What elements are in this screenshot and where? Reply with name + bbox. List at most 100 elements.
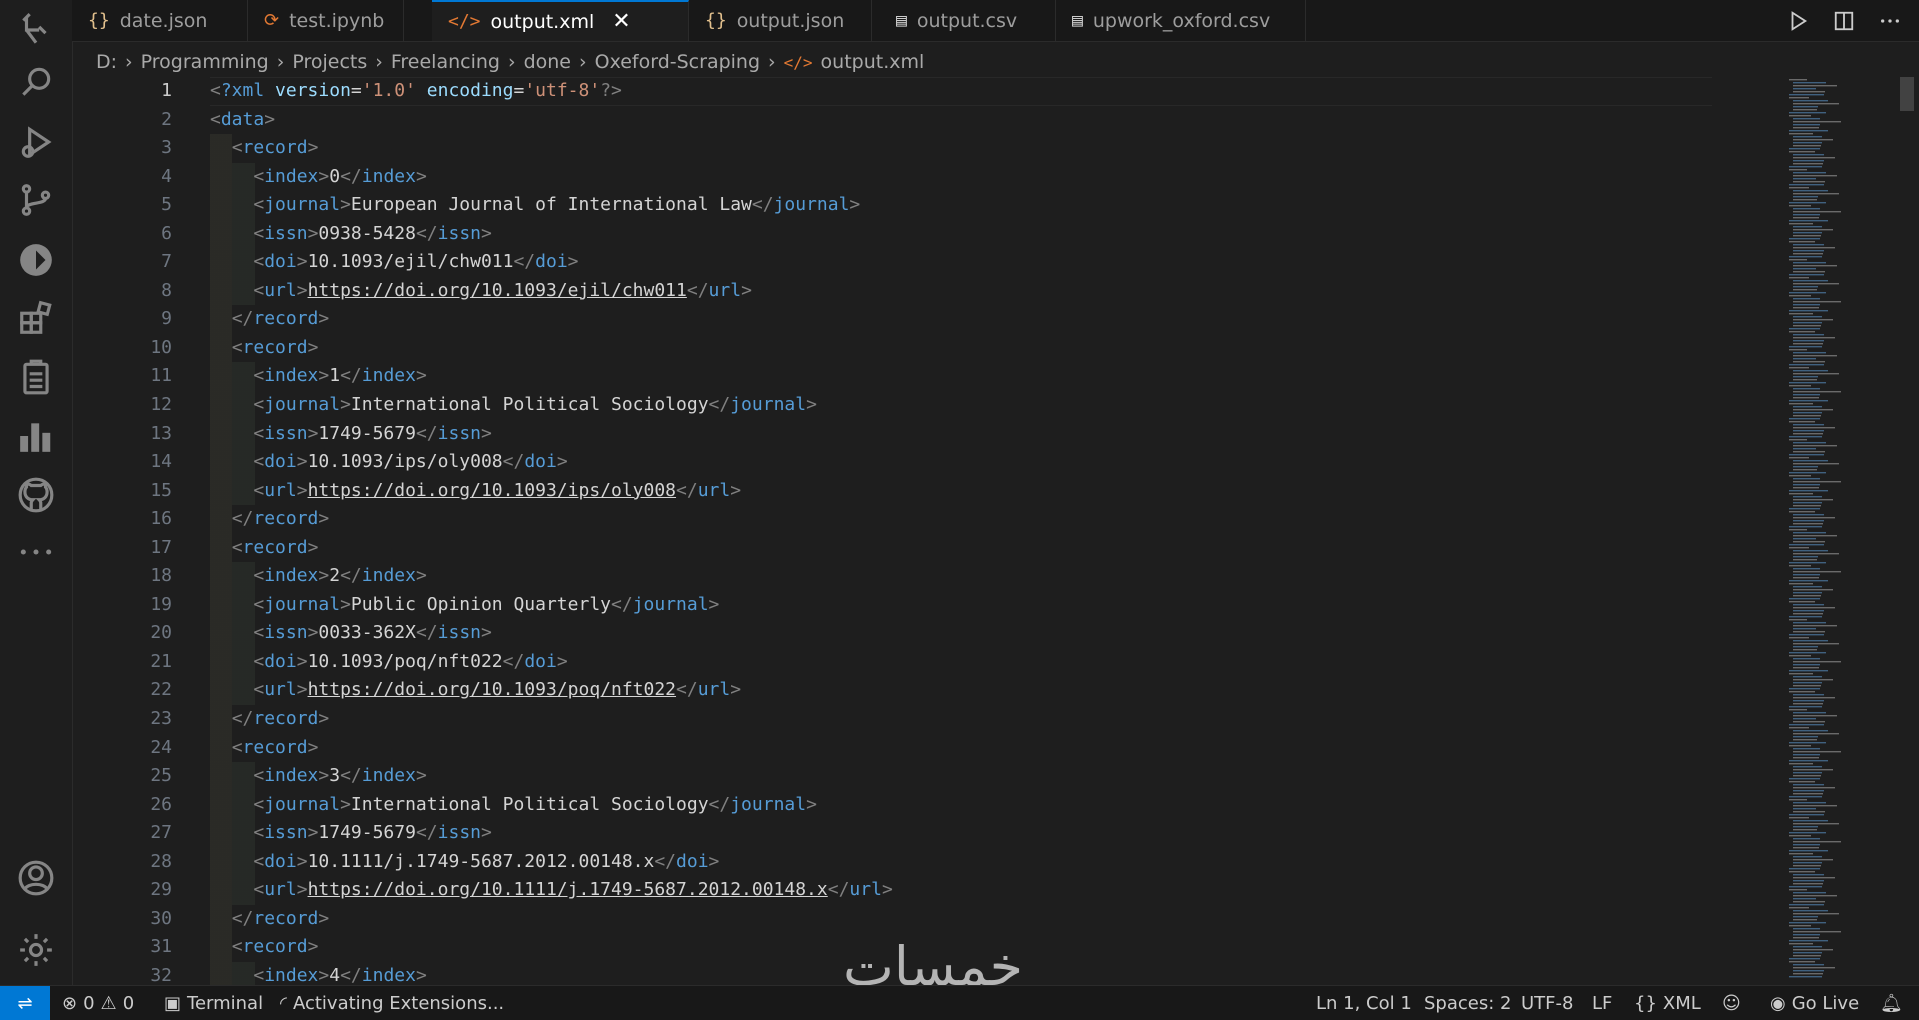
activity-more-button[interactable] — [0, 522, 72, 582]
line-number: 3 — [161, 137, 172, 159]
terminal-button[interactable]: ▣ Terminal — [164, 986, 263, 1020]
tab-upwork-oxford-csv[interactable]: ▤ upwork_oxford.csv — [1056, 0, 1306, 41]
code-line-record-close[interactable]: </record> — [210, 705, 1772, 734]
vertical-scrollbar[interactable] — [1900, 77, 1914, 985]
minimap-line — [1793, 154, 1824, 156]
code-line-issn[interactable]: <issn>0938-5428</issn> — [210, 219, 1772, 249]
code-line-url[interactable]: <url>https://doi.org/10.1093/poq/nft022<… — [210, 676, 1772, 706]
editor-actions — [1787, 0, 1901, 41]
minimap-line — [1793, 838, 1820, 840]
breadcrumb-item[interactable]: Projects — [292, 51, 367, 73]
code-line-doi[interactable]: <doi>10.1111/j.1749-5687.2012.00148.x</d… — [210, 847, 1772, 877]
eol-selector[interactable]: LF — [1592, 986, 1612, 1020]
code-line-doi[interactable]: <doi>10.1093/ips/oly008</doi> — [210, 448, 1772, 477]
encoding-selector[interactable]: UTF-8 — [1521, 986, 1573, 1020]
split-editor-icon[interactable] — [1833, 10, 1855, 32]
minimap-line — [1793, 937, 1819, 939]
code-line-record-close[interactable]: </record> — [210, 305, 1772, 334]
activity-settings-button[interactable] — [0, 920, 72, 980]
cursor-position[interactable]: Ln 1, Col 1 — [1316, 986, 1412, 1020]
tab-output-csv[interactable]: ▤ output.csv — [880, 0, 1056, 41]
activity-clipboard-button[interactable] — [0, 347, 72, 407]
breadcrumb-item[interactable]: Oxeford-Scraping — [595, 51, 760, 73]
code-line-journal[interactable]: <journal>European Journal of Internation… — [210, 191, 1772, 220]
code-line-record-open[interactable]: <record> — [210, 733, 1772, 763]
code-line-url[interactable]: <url>https://doi.org/10.1093/ejil/chw011… — [210, 276, 1772, 306]
breadcrumb-item[interactable]: output.xml — [821, 51, 925, 73]
chevron-right-icon: › — [768, 51, 776, 73]
error-count: 0 — [83, 992, 95, 1014]
code-line-record-open[interactable]: <record> — [210, 533, 1772, 563]
code-line-issn[interactable]: <issn>1749-5679</issn> — [210, 419, 1772, 449]
code-line-record-open[interactable]: <record> — [210, 333, 1772, 363]
code-line-index[interactable]: <index>1</index> — [210, 362, 1772, 392]
minimap-line — [1789, 958, 1820, 960]
indentation-selector[interactable]: Spaces: 2 — [1424, 986, 1511, 1020]
code-line-doi[interactable]: <doi>10.1093/ejil/chw011</doi> — [210, 248, 1772, 277]
go-live-button[interactable]: ◉ Go Live — [1770, 986, 1859, 1020]
activity-extensions-button[interactable] — [0, 288, 72, 348]
scrollbar-thumb[interactable] — [1900, 77, 1914, 111]
bell-icon: 🔔︎ — [1880, 992, 1903, 1014]
tag-name-token: issn — [264, 222, 308, 244]
code-line-record-close[interactable]: </record> — [210, 904, 1772, 934]
code-line-xml-declaration[interactable]: <?xml version='1.0' encoding='utf-8'?> — [210, 77, 1772, 106]
code-line-url[interactable]: <url>https://doi.org/10.1093/ips/oly008<… — [210, 476, 1772, 506]
activity-run-debug-button[interactable] — [0, 112, 72, 172]
activity-explorer-button[interactable] — [0, 0, 72, 60]
more-icon — [20, 549, 52, 555]
code-line-index[interactable]: <index>0</index> — [210, 162, 1772, 192]
code-line-index[interactable]: <index>2</index> — [210, 562, 1772, 591]
activity-search-button[interactable] — [0, 52, 72, 112]
code-line-index[interactable]: <index>3</index> — [210, 762, 1772, 791]
copilot-button[interactable]: ☺ — [1722, 986, 1741, 1020]
code-line-journal[interactable]: <journal>Public Opinion Quarterly</journ… — [210, 590, 1772, 620]
breadcrumb-item[interactable]: Freelancing — [391, 51, 500, 73]
close-icon[interactable]: ✕ — [612, 9, 630, 34]
minimap-line — [1793, 703, 1823, 705]
minimap-line — [1789, 724, 1824, 726]
code-content[interactable]: <?xml version='1.0' encoding='utf-8'?> <d… — [210, 77, 1772, 985]
tag-name-token: url — [264, 479, 297, 501]
tag-name-token: url — [849, 879, 882, 901]
tab-output-xml[interactable]: </> output.xml ✕ — [432, 0, 689, 41]
minimap-line — [1793, 286, 1818, 288]
minimap[interactable] — [1785, 77, 1885, 985]
problems-indicator[interactable]: ⊗ 0 ⚠ 0 — [62, 986, 134, 1020]
breadcrumb-item[interactable]: Programming — [141, 51, 269, 73]
bracket-token: </ — [340, 565, 362, 587]
run-icon[interactable] — [1787, 10, 1809, 32]
minimap-line — [1789, 832, 1826, 834]
more-actions-icon[interactable] — [1879, 10, 1901, 32]
code-line-url[interactable]: <url>https://doi.org/10.1111/j.1749-5687… — [210, 876, 1772, 905]
activity-github-button[interactable] — [0, 465, 72, 525]
activity-charts-button[interactable] — [0, 406, 72, 466]
code-line-doi[interactable]: <doi>10.1093/poq/nft022</doi> — [210, 647, 1772, 677]
tab-test-ipynb[interactable]: ⟳ test.ipynb — [248, 0, 404, 41]
minimap-line — [1793, 532, 1826, 534]
language-mode-selector[interactable]: {} XML — [1634, 986, 1701, 1020]
minimap-line — [1789, 817, 1809, 819]
remote-indicator-button[interactable]: ⇌ — [0, 986, 50, 1020]
code-line-issn[interactable]: <issn>1749-5679</issn> — [210, 819, 1772, 848]
code-line-root-open[interactable]: <data> — [210, 106, 1772, 135]
extensions-icon — [20, 300, 52, 334]
tag-name-token: record — [242, 336, 308, 358]
tab-output-json[interactable]: {} output.json — [689, 0, 872, 41]
breadcrumb-item[interactable]: D: — [96, 51, 117, 73]
activity-accounts-button[interactable] — [0, 848, 72, 908]
activity-remote-button[interactable] — [0, 230, 72, 290]
code-line-issn[interactable]: <issn>0033-362X</issn> — [210, 619, 1772, 648]
code-editor[interactable]: 1 2 3 4 5 6 7 8 9 10 11 12 13 14 15 16 17 18 19 20 21 22 23 24 2… — [72, 77, 1772, 985]
code-line-journal[interactable]: <journal>International Political Sociolo… — [210, 391, 1772, 420]
notifications-button[interactable]: 🔔︎ — [1880, 986, 1903, 1020]
activity-source-control-button[interactable] — [0, 170, 72, 230]
tab-date-json[interactable]: {} date.json — [72, 0, 248, 41]
minimap-line — [1793, 163, 1823, 165]
breadcrumb-item[interactable]: done — [524, 51, 571, 73]
code-line-record-close[interactable]: </record> — [210, 505, 1772, 534]
code-line-journal[interactable]: <journal>International Political Sociolo… — [210, 790, 1772, 820]
minimap-line — [1789, 526, 1822, 528]
code-line-record-open[interactable]: <record> — [210, 134, 1772, 163]
